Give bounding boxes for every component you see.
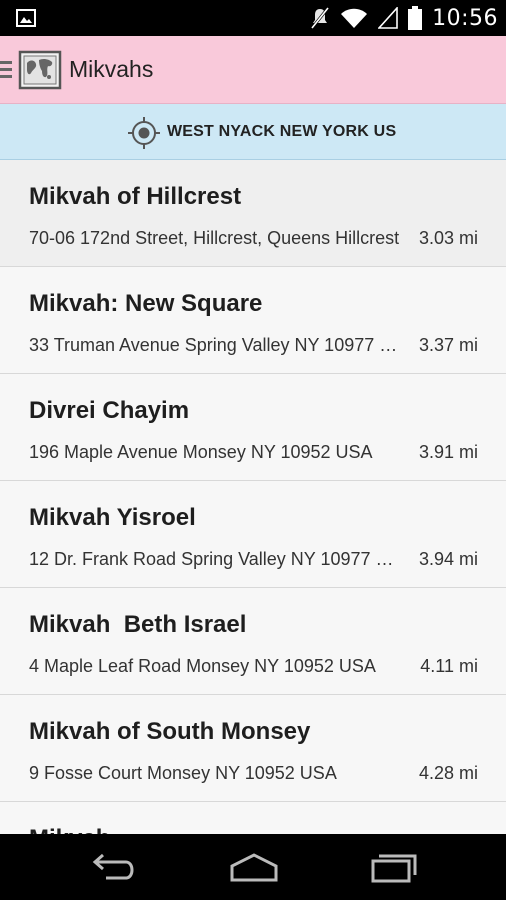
list-item-name: Divrei Chayim — [29, 397, 190, 424]
list-item-name: Mikvah Yisroel — [29, 504, 196, 531]
list-item-distance: 4.11 mi — [420, 656, 478, 676]
recent-apps-icon[interactable] — [368, 850, 422, 884]
home-icon[interactable] — [226, 850, 282, 884]
list-item[interactable]: Mikvah — [0, 802, 506, 834]
list-item[interactable]: Mikvah Beth Israel 4 Maple Leaf Road Mon… — [0, 588, 506, 695]
current-location-label: WEST NYACK NEW YORK US — [167, 123, 397, 140]
list-item[interactable]: Mikvah Yisroel 12 Dr. Frank Road Spring … — [0, 481, 506, 588]
wifi-icon — [341, 8, 368, 28]
list-item-name: Mikvah Beth Israel — [29, 611, 247, 638]
list-item[interactable]: Mikvah of Hillcrest 70-06 172nd Street, … — [0, 160, 506, 267]
mute-icon — [310, 7, 330, 29]
location-bar[interactable]: WEST NYACK NEW YORK US — [0, 104, 506, 160]
list-item-address: 12 Dr. Frank Road Spring Valley NY 10977… — [29, 549, 403, 569]
list-item-distance: 3.91 mi — [418, 442, 478, 462]
action-bar: Mikvahs — [0, 36, 506, 104]
list-item-name: Mikvah of South Monsey — [29, 718, 311, 745]
location-target-icon — [128, 117, 160, 149]
list-item[interactable]: Divrei Chayim 196 Maple Avenue Monsey NY… — [0, 374, 506, 481]
battery-icon — [408, 6, 423, 30]
mikvah-list[interactable]: Mikvah of Hillcrest 70-06 172nd Street, … — [0, 160, 506, 834]
list-item[interactable]: Mikvah: New Square 33 Truman Avenue Spri… — [0, 267, 506, 374]
list-item-address: 4 Maple Leaf Road Monsey NY 10952 USA — [29, 656, 376, 676]
image-notification-icon — [16, 9, 36, 27]
status-icons: 10:56 — [310, 0, 498, 36]
page-title: Mikvahs — [69, 56, 154, 82]
list-item-address: 33 Truman Avenue Spring Valley NY 10977 … — [29, 335, 403, 355]
list-item-distance: 3.03 mi — [418, 228, 478, 248]
drawer-menu-icon[interactable] — [0, 58, 14, 82]
system-nav-bar — [0, 834, 506, 900]
list-item-name: Mikvah — [29, 825, 110, 834]
list-item-address: 9 Fosse Court Monsey NY 10952 USA — [29, 763, 337, 783]
status-bar: 10:56 — [0, 0, 506, 36]
list-item-name: Mikvah: New Square — [29, 290, 263, 317]
list-item[interactable]: Mikvah of South Monsey 9 Fosse Court Mon… — [0, 695, 506, 802]
list-item-address: 196 Maple Avenue Monsey NY 10952 USA — [29, 442, 373, 462]
list-item-distance: 4.28 mi — [418, 763, 478, 783]
back-icon[interactable] — [88, 850, 138, 884]
list-item-distance: 3.37 mi — [418, 335, 478, 355]
map-app-icon[interactable] — [18, 50, 62, 90]
status-time: 10:56 — [432, 5, 498, 31]
list-item-address: 70-06 172nd Street, Hillcrest, Queens Hi… — [29, 228, 400, 248]
list-item-distance: 3.94 mi — [418, 549, 478, 569]
list-item-name: Mikvah of Hillcrest — [29, 183, 242, 210]
signal-icon — [378, 7, 398, 29]
